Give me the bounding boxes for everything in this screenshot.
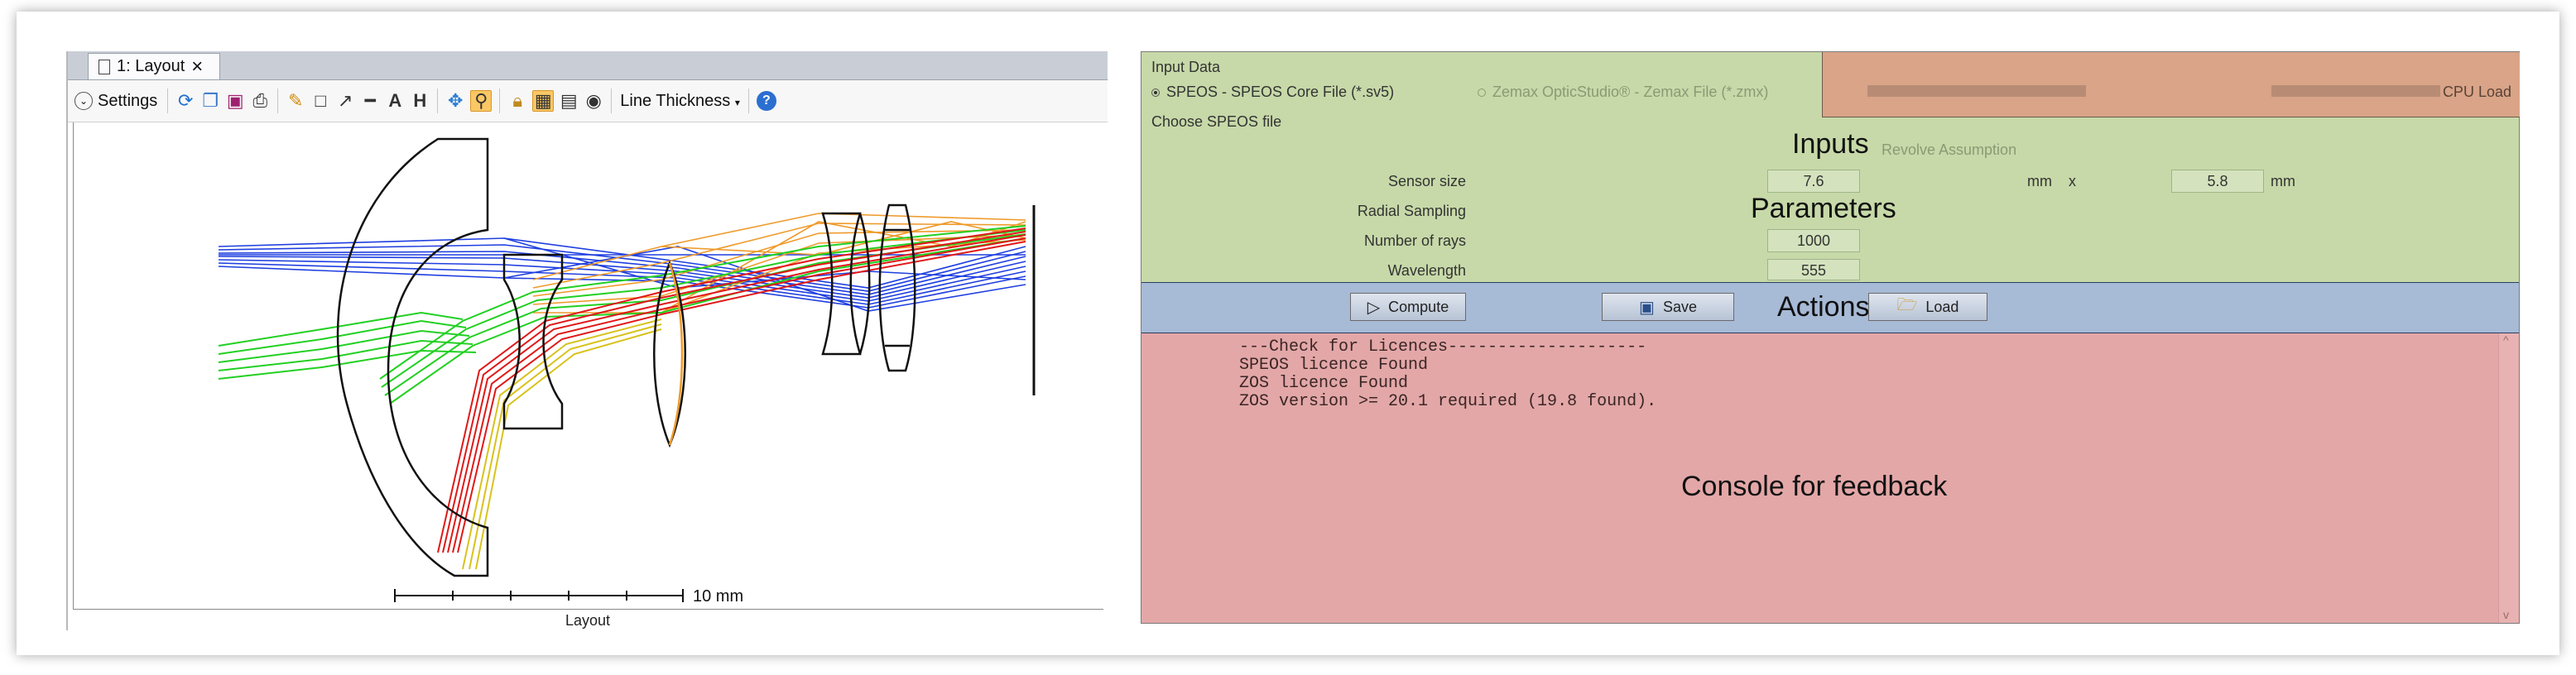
number-of-rays-input[interactable]: 1000 <box>1767 229 1860 252</box>
floppy-disk-icon: ▣ <box>1639 298 1655 317</box>
clock-icon[interactable]: ◉ <box>584 91 603 111</box>
sensor-height-unit: mm <box>2271 173 2295 189</box>
option-zemax-label: Zemax OpticStudio® - Zemax File (*.zmx) <box>1492 84 1769 100</box>
cpu-bar-left <box>1867 85 2086 97</box>
cpu-load-label: CPU Load <box>2442 84 2511 100</box>
scale-bar <box>394 589 684 602</box>
chevron-down-icon[interactable]: v <box>2503 608 2509 621</box>
console-line: SPEOS licence Found <box>1239 356 1429 375</box>
layout-toolbar: ⌄ Settings ⟳ ❐ ▣ ⎙ ✎ □ ↗ ━ A H ✥ ⚲ 🔒︎ ▦ … <box>68 80 1108 122</box>
option-speos-radio[interactable]: SPEOS - SPEOS Core File (*.sv5) <box>1151 84 1394 101</box>
document-icon <box>99 59 110 74</box>
pan-icon[interactable]: ✥ <box>445 91 465 111</box>
compute-button-label: Compute <box>1388 298 1449 315</box>
sensor-width-input[interactable]: 7.6 <box>1767 170 1860 193</box>
actions-zone: ▷ Compute ▣ Save Actions 🗁 Load <box>1141 282 2519 333</box>
copy-icon[interactable]: ❐ <box>200 91 220 111</box>
tab-layout-label: 1: Layout <box>117 57 185 75</box>
refresh-icon[interactable]: ⟳ <box>175 91 195 111</box>
console-line: ZOS licence Found <box>1239 374 1409 393</box>
console-zone[interactable]: ---Check for Licences-------------------… <box>1141 333 2519 623</box>
compute-button[interactable]: ▷ Compute <box>1350 293 1466 321</box>
toolbar-separator <box>167 89 169 113</box>
zone-label-console: Console for feedback <box>1681 471 1948 502</box>
save-icon[interactable]: ▣ <box>225 91 245 111</box>
zone-label-parameters: Parameters <box>1751 193 1896 224</box>
toolbar-separator <box>437 89 439 113</box>
line-thickness-label: Line Thickness <box>620 91 731 110</box>
print-icon[interactable]: ⎙ <box>250 91 270 111</box>
lens-layout-drawing <box>218 137 1036 602</box>
revolve-assumption-checkbox[interactable]: Revolve Assumption <box>1882 141 2016 159</box>
text-icon[interactable]: A <box>385 91 405 111</box>
speos-plugin-window: Input Data SPEOS - SPEOS Core File (*.sv… <box>1141 51 2520 624</box>
sensor-x-label: x <box>2069 173 2076 189</box>
layout-window: 1: Layout × ⌄ Settings ⟳ ❐ ▣ ⎙ ✎ □ ↗ ━ A… <box>66 51 1108 630</box>
settings-button[interactable]: Settings <box>98 92 157 111</box>
tab-strip: 1: Layout × <box>68 51 1108 80</box>
chevron-down-icon[interactable]: ⌄ <box>74 92 93 110</box>
sensor-height-input[interactable]: 5.8 <box>2171 170 2264 193</box>
chevron-up-icon[interactable]: ^ <box>2503 333 2509 347</box>
sensor-size-label: Sensor size <box>1387 173 1466 189</box>
arrow-icon[interactable]: ↗ <box>335 91 355 111</box>
toolbar-separator <box>611 89 613 113</box>
tab-layout[interactable]: 1: Layout × <box>88 53 220 79</box>
folder-open-icon: 🗁 <box>1896 296 1918 314</box>
window-icon[interactable]: ▤ <box>559 91 579 111</box>
console-output: ---Check for Licences-------------------… <box>1239 338 1656 411</box>
chevron-down-icon: ▾ <box>734 96 740 108</box>
option-speos-label: SPEOS - SPEOS Core File (*.sv5) <box>1166 84 1395 100</box>
layout-canvas[interactable]: 10 mm <box>73 122 1103 610</box>
toolbar-separator <box>277 89 279 113</box>
load-button[interactable]: 🗁 Load <box>1868 293 1987 321</box>
cpu-load-zone: CPU Load <box>1822 52 2520 117</box>
pencil-icon[interactable]: ✎ <box>286 91 305 111</box>
console-line: ---Check for Licences-------------------… <box>1239 338 1647 357</box>
close-icon[interactable]: × <box>191 56 203 77</box>
zone-label-inputs: Inputs <box>1792 128 1869 160</box>
option-zemax-radio[interactable]: Zemax OpticStudio® - Zemax File (*.zmx) <box>1478 84 1768 101</box>
cpu-bar-right <box>2271 85 2440 97</box>
console-scrollbar[interactable]: ^ v <box>2498 333 2519 623</box>
wavelength-label: Wavelength <box>1387 262 1466 279</box>
radio-selected-icon <box>1151 89 1160 98</box>
lens-doublet <box>821 212 871 356</box>
toolbar-separator <box>499 89 501 113</box>
layout-caption: Layout <box>68 612 1108 630</box>
ray-bundle-red <box>437 227 1026 553</box>
radial-sampling-label: Radial Sampling <box>1357 203 1466 219</box>
help-icon[interactable]: ? <box>756 91 776 111</box>
scale-bar-label: 10 mm <box>693 587 744 606</box>
toolbar-separator <box>747 89 749 113</box>
wavelength-input[interactable]: 555 <box>1767 259 1860 280</box>
load-button-label: Load <box>1925 298 1959 315</box>
line-thickness-dropdown[interactable]: Line Thickness ▾ <box>620 92 740 111</box>
dimension-icon[interactable]: H <box>410 91 430 111</box>
play-icon: ▷ <box>1367 298 1381 317</box>
console-line: ZOS version >= 20.1 required (19.8 found… <box>1239 392 1657 411</box>
save-button[interactable]: ▣ Save <box>1602 293 1734 321</box>
ray-bundle-yellow <box>462 318 662 570</box>
radio-unselected-icon <box>1478 89 1486 98</box>
rectangle-icon[interactable]: □ <box>310 91 330 111</box>
zoom-icon[interactable]: ⚲ <box>470 90 493 112</box>
choose-speos-file-label[interactable]: Choose SPEOS file <box>1151 113 1281 131</box>
line-icon[interactable]: ━ <box>360 91 380 111</box>
sensor-width-unit: mm <box>2027 173 2052 189</box>
lock-icon[interactable]: 🔒︎ <box>507 91 527 111</box>
input-data-label: Input Data <box>1151 59 1221 75</box>
save-button-label: Save <box>1662 298 1697 315</box>
layout-caption-text: Layout <box>560 612 616 629</box>
lens-1-meniscus <box>336 137 489 577</box>
zone-label-actions: Actions <box>1777 291 1870 323</box>
number-of-rays-label: Number of rays <box>1363 232 1466 249</box>
fit-icon[interactable]: ▦ <box>532 90 555 112</box>
